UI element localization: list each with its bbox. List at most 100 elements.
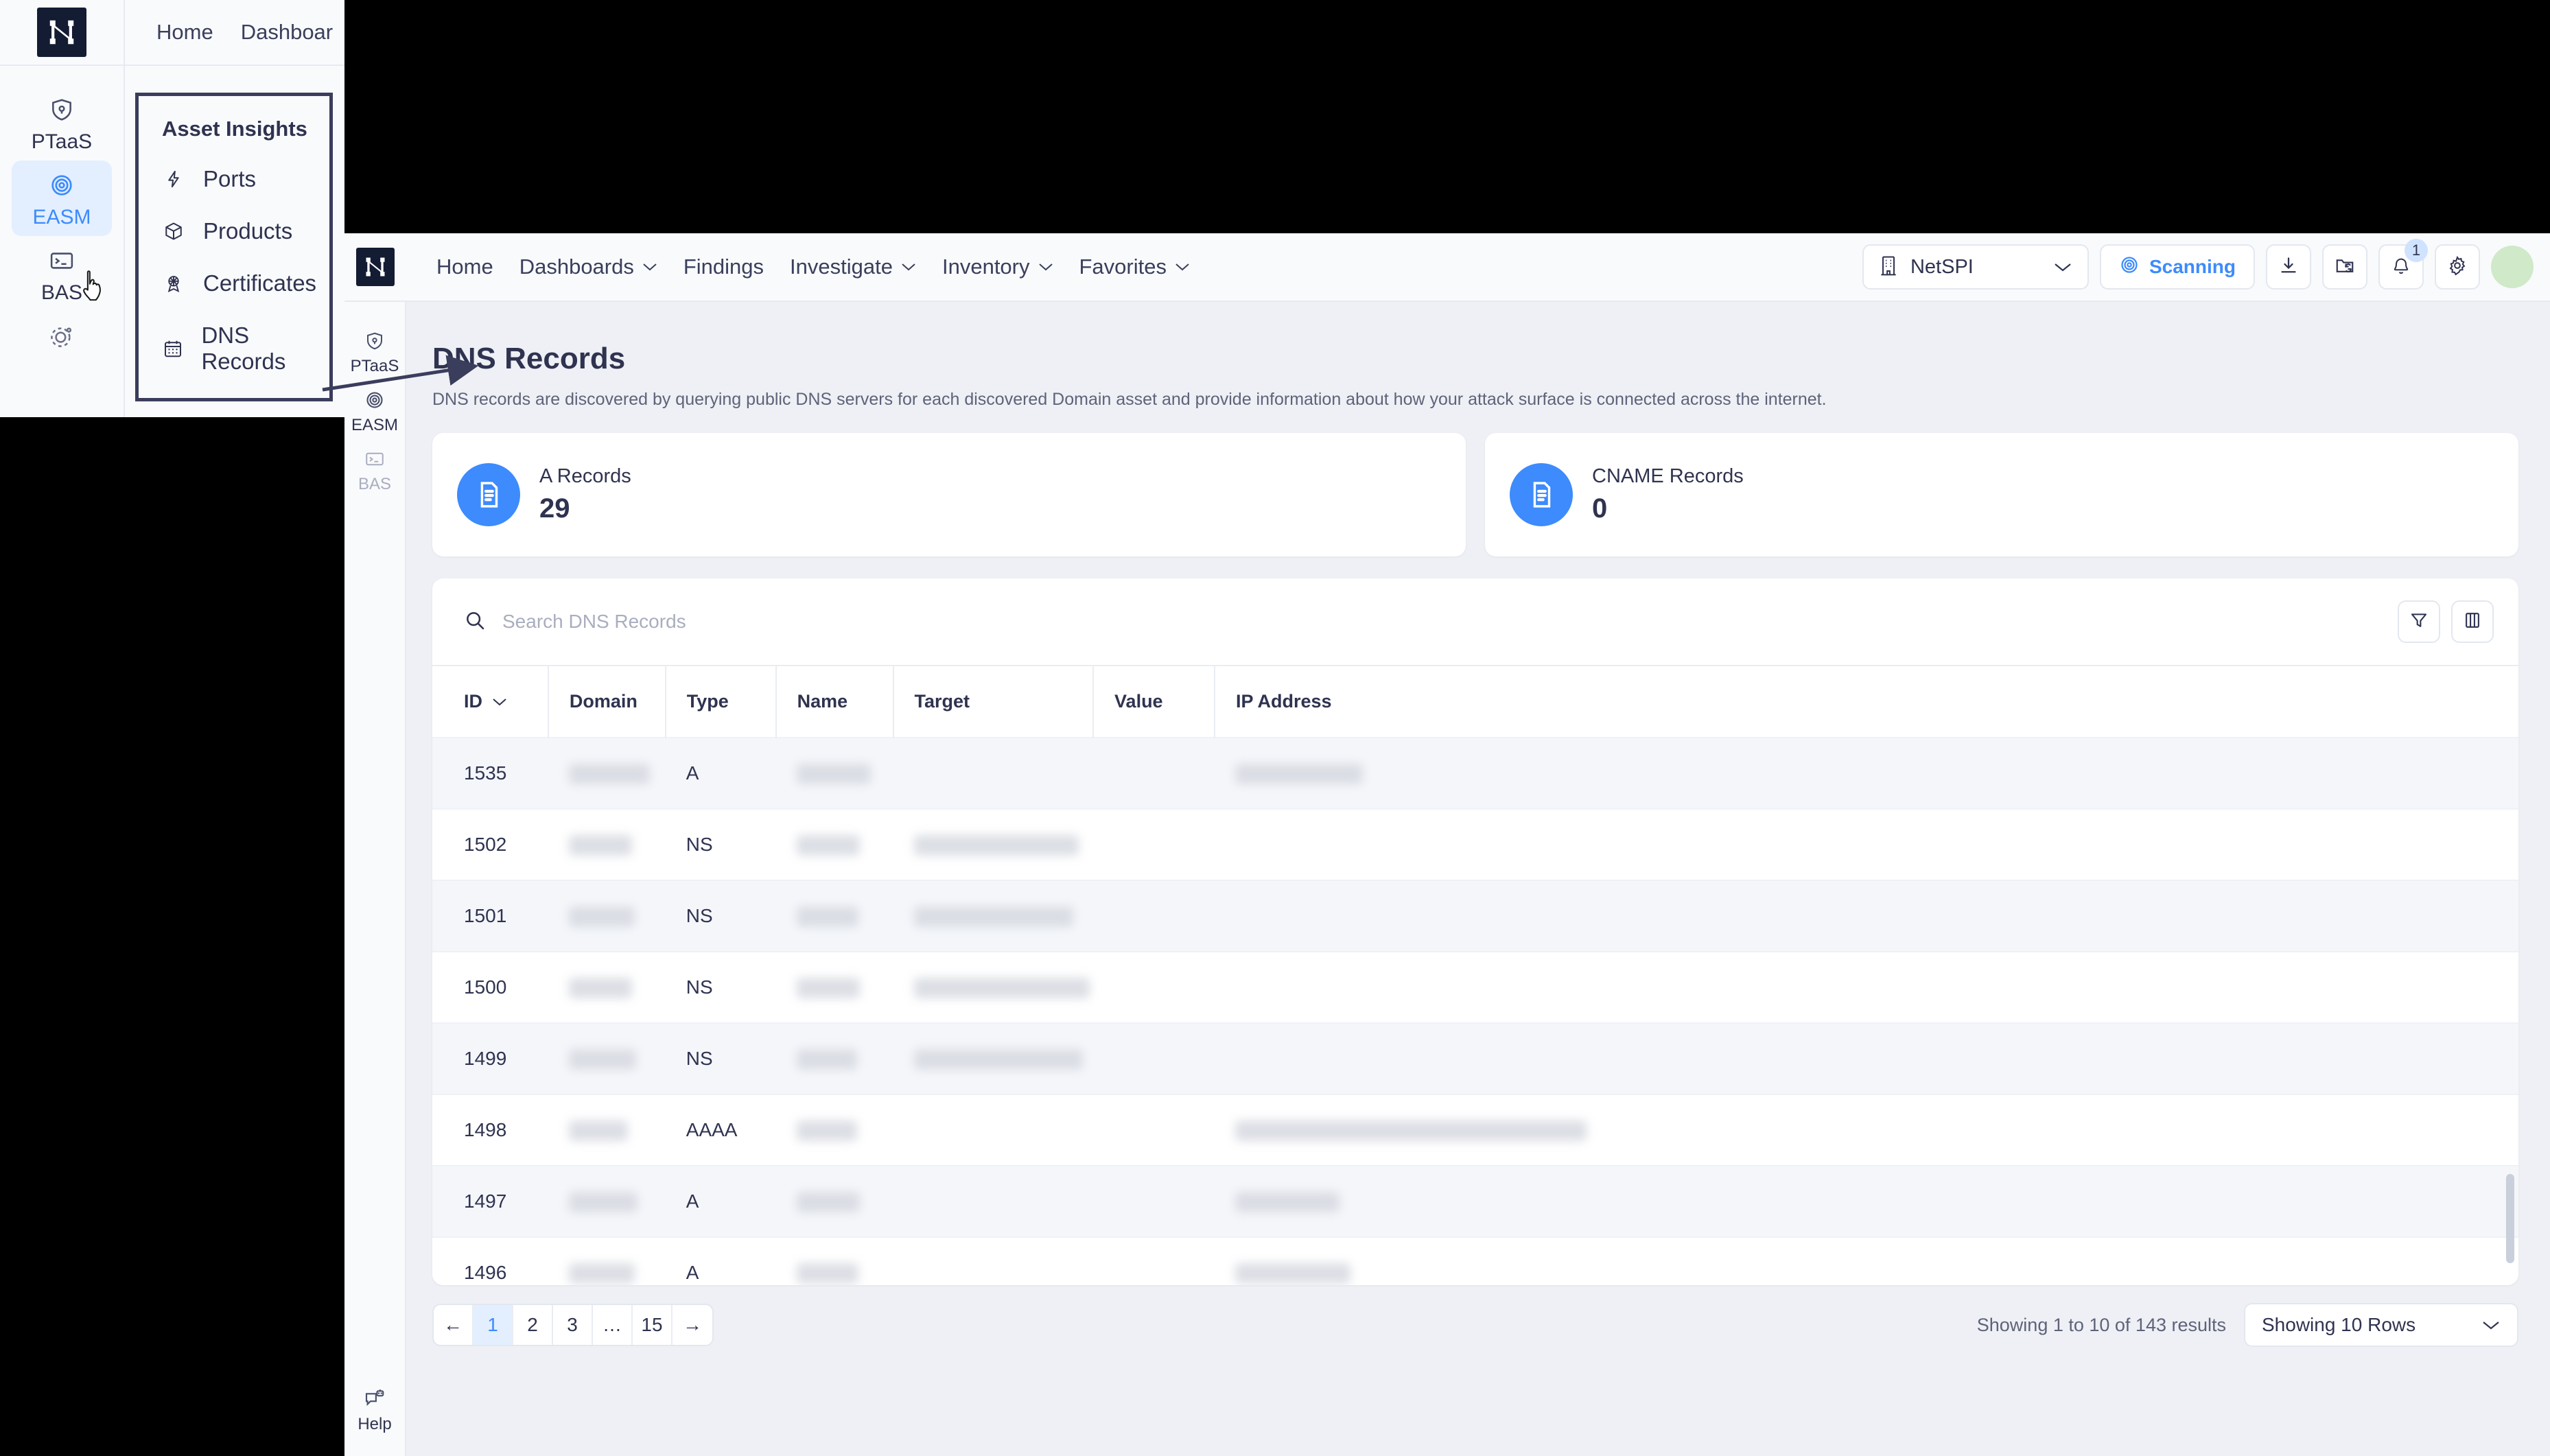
nav-item-dashboards-label: Dashboards (519, 255, 634, 279)
cell-domain (548, 1166, 666, 1237)
table-row[interactable]: 1502 NS (432, 809, 2518, 880)
pagination-prev-button[interactable]: ← (434, 1305, 473, 1345)
dns-records-table: ID Domain Type Name Target Value IP Addr… (432, 666, 2518, 1285)
column-header-target[interactable]: Target (893, 666, 1094, 738)
app-logo-cell[interactable] (344, 233, 406, 301)
column-header-type[interactable]: Type (666, 666, 776, 738)
redacted-value (569, 835, 632, 856)
nav-item-inventory-label: Inventory (942, 255, 1030, 279)
table-row[interactable]: 1497 A (432, 1166, 2518, 1237)
tenant-selector[interactable]: NetSPI (1862, 244, 2089, 290)
shield-lock-icon (363, 329, 386, 353)
column-header-value[interactable]: Value (1093, 666, 1215, 738)
search-input[interactable]: Search DNS Records (464, 609, 2398, 635)
pagination-page-15[interactable]: 15 (633, 1305, 672, 1345)
nav-item-inventory[interactable]: Inventory (942, 255, 1053, 279)
sidebar-item-bas[interactable]: BAS (346, 441, 403, 500)
cell-id: 1501 (432, 880, 548, 952)
sidebar-item-help[interactable]: Help (346, 1381, 403, 1440)
flyout-item-products[interactable]: Products (139, 218, 329, 244)
table-body: 1535 A 1502 NS (432, 738, 2518, 1285)
table-row[interactable]: 1501 NS (432, 880, 2518, 952)
flyout-item-dns-records-label: DNS Records (201, 322, 329, 375)
stat-card-cname-records[interactable]: CNAME Records 0 (1485, 433, 2518, 556)
cell-type: NS (666, 809, 776, 880)
cell-id: 1499 (432, 1023, 548, 1094)
sidebar-item-orbit[interactable] (12, 312, 112, 358)
chevron-down-icon (492, 697, 507, 707)
table-row[interactable]: 1499 NS (432, 1023, 2518, 1094)
pagination-next-button[interactable]: → (672, 1305, 712, 1345)
column-header-name[interactable]: Name (776, 666, 893, 738)
results-count-text: Showing 1 to 10 of 143 results (1977, 1315, 2226, 1336)
settings-button[interactable] (2435, 244, 2480, 290)
redacted-value (914, 978, 1090, 998)
table-row[interactable]: 1500 NS (432, 952, 2518, 1023)
user-avatar[interactable] (2491, 246, 2534, 288)
nav-item-dashboards[interactable]: Dashboards (519, 255, 657, 279)
nav-item-findings[interactable]: Findings (683, 255, 764, 279)
cell-target (893, 738, 1094, 809)
chevron-down-icon (642, 262, 657, 272)
flyout-title: Asset Insights (139, 111, 329, 141)
table-row[interactable]: 1496 A (432, 1237, 2518, 1285)
nav-item-favorites[interactable]: Favorites (1079, 255, 1190, 279)
scanning-status-button[interactable]: Scanning (2100, 244, 2255, 290)
background-window: Home Dashboar PTaaS (0, 0, 344, 417)
table-scrollbar[interactable] (2506, 1174, 2514, 1263)
tenant-name: NetSPI (1910, 256, 1974, 279)
pagination-page-2[interactable]: 2 (513, 1305, 553, 1345)
rows-per-page-select[interactable]: Showing 10 Rows (2244, 1303, 2518, 1347)
nav-item-investigate[interactable]: Investigate (790, 255, 916, 279)
cell-type: AAAA (666, 1094, 776, 1166)
cell-value (1093, 738, 1215, 809)
columns-button[interactable] (2451, 600, 2494, 643)
redacted-value (1235, 1120, 1587, 1141)
netspi-logo-icon (37, 8, 86, 57)
sidebar-item-easm[interactable]: EASM (12, 161, 112, 236)
nav-item-home[interactable]: Home (436, 255, 493, 279)
cell-value (1093, 880, 1215, 952)
cell-id: 1496 (432, 1237, 548, 1285)
column-header-id[interactable]: ID (432, 666, 548, 738)
cell-domain (548, 1237, 666, 1285)
download-button[interactable] (2266, 244, 2311, 290)
column-header-domain[interactable]: Domain (548, 666, 666, 738)
column-header-id-label: ID (464, 691, 482, 712)
gear-icon (2447, 255, 2468, 279)
sidebar-item-ptaas[interactable]: PTaaS (346, 322, 403, 381)
notifications-button[interactable]: 1 (2378, 244, 2424, 290)
sidebar-item-ptaas[interactable]: PTaaS (12, 85, 112, 161)
shield-lock-icon (47, 95, 77, 125)
document-lines-icon (1510, 463, 1573, 526)
flyout-item-list: Ports Products (139, 166, 329, 375)
pagination-page-1[interactable]: 1 (473, 1305, 513, 1345)
stat-card-a-records[interactable]: A Records 29 (432, 433, 1466, 556)
cell-domain (548, 952, 666, 1023)
cell-target (893, 952, 1094, 1023)
sidebar-item-easm[interactable]: EASM (346, 381, 403, 441)
folder-sync-button[interactable] (2322, 244, 2367, 290)
redacted-value (1235, 1192, 1340, 1212)
pagination-page-3[interactable]: 3 (553, 1305, 593, 1345)
sidebar-item-easm-label: EASM (32, 206, 91, 229)
table-row[interactable]: 1535 A (432, 738, 2518, 809)
flyout-item-ports[interactable]: Ports (139, 166, 329, 192)
background-nav-home[interactable]: Home (156, 20, 213, 45)
table-row[interactable]: 1498 AAAA (432, 1094, 2518, 1166)
cell-name (776, 1094, 893, 1166)
flyout-item-dns-records[interactable]: DNS Records (139, 322, 329, 375)
chevron-down-icon (1038, 262, 1053, 272)
cell-target (893, 1166, 1094, 1237)
redacted-value (914, 1049, 1083, 1070)
cell-target (893, 1023, 1094, 1094)
stat-card-a-records-body: A Records 29 (539, 465, 631, 524)
nav-item-home-label: Home (436, 255, 493, 279)
rows-per-page-label: Showing 10 Rows (2262, 1314, 2416, 1336)
mouse-cursor-icon (80, 269, 111, 305)
filter-button[interactable] (2398, 600, 2440, 643)
flyout-item-certificates[interactable]: Certificates (139, 270, 329, 296)
redacted-value (1235, 764, 1363, 784)
column-header-ip-address[interactable]: IP Address (1215, 666, 2518, 738)
background-nav-dashboards[interactable]: Dashboar (241, 20, 333, 45)
